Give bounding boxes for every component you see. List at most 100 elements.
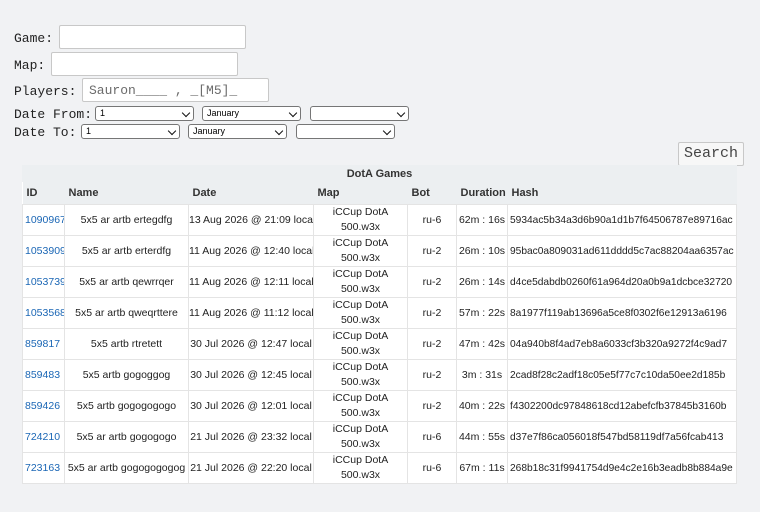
game-id-link[interactable]: 1053909 [25, 245, 64, 257]
game-map: iCCup DotA 500.w3x [313, 452, 408, 484]
games-table: DotA Games ID Name Date Map Bot Duration… [22, 165, 737, 484]
game-id-link[interactable]: 1090967 [25, 214, 64, 226]
game-id-link[interactable]: 724210 [25, 431, 60, 443]
date-to-month-select[interactable]: January [188, 124, 287, 139]
table-row: 859426 5x5 artb gogogogogo 30 Jul 2026 @… [22, 390, 737, 422]
header-duration: Duration [456, 182, 508, 205]
games-table-container: DotA Games ID Name Date Map Bot Duration… [22, 165, 737, 484]
table-row: 859483 5x5 artb gogoggog 30 Jul 2026 @ 1… [22, 359, 737, 391]
table-row: 1053739 5x5 ar artb qewrrqer 11 Aug 2026… [22, 266, 737, 298]
date-from-day-select[interactable]: 1 [95, 106, 194, 121]
game-bot: ru-2 [407, 266, 457, 298]
game-duration: 3m : 31s [456, 359, 508, 391]
game-hash: 5934ac5b34a3d6b90a1d1b7f64506787e89716ac [507, 204, 737, 236]
game-id-link[interactable]: 1053739 [25, 276, 64, 288]
game-input[interactable] [59, 25, 246, 49]
game-bot: ru-6 [407, 421, 457, 453]
game-name: 5x5 artb gogoggog [64, 359, 189, 391]
game-map: iCCup DotA 500.w3x [313, 204, 408, 236]
game-map: iCCup DotA 500.w3x [313, 390, 408, 422]
game-hash: f4302200dc97848618cd12abefcfb37845b3160b [507, 390, 737, 422]
game-date: 13 Aug 2026 @ 21:09 local [188, 204, 314, 236]
game-id-link[interactable]: 859817 [25, 338, 60, 350]
game-id-link[interactable]: 859483 [25, 369, 60, 381]
header-name: Name [64, 182, 189, 205]
game-map: iCCup DotA 500.w3x [313, 359, 408, 391]
game-name: 5x5 artb rtretett [64, 328, 189, 360]
chevron-down-icon [167, 126, 177, 136]
game-name: 5x5 ar artb qweqrttere [64, 297, 189, 329]
header-date: Date [188, 182, 314, 205]
date-from-month-value: January [207, 108, 240, 118]
header-hash: Hash [507, 182, 737, 205]
game-map: iCCup DotA 500.w3x [313, 297, 408, 329]
game-bot: ru-2 [407, 297, 457, 329]
date-from-day-value: 1 [100, 108, 106, 118]
game-hash: d37e7f86ca056018f547bd58119df7a56fcab413 [507, 421, 737, 453]
chevron-down-icon [396, 108, 406, 118]
game-duration: 26m : 10s [456, 235, 508, 267]
date-from-month-select[interactable]: January [202, 106, 301, 121]
game-duration: 67m : 11s [456, 452, 508, 484]
game-name: 5x5 ar artb gogogogo [64, 421, 189, 453]
game-hash: d4ce5dabdb0260f61a964d20a0b9a1dcbce32720 [507, 266, 737, 298]
players-label: Players: [14, 84, 77, 99]
game-duration: 40m : 22s [456, 390, 508, 422]
date-to-year-select[interactable] [296, 124, 395, 139]
game-name: 5x5 ar artb gogogogogog [64, 452, 189, 484]
game-duration: 57m : 22s [456, 297, 508, 329]
game-hash: 8a1977f119ab13696a5ce8f0302f6e12913a6196 [507, 297, 737, 329]
map-input[interactable] [51, 52, 238, 76]
game-map: iCCup DotA 500.w3x [313, 328, 408, 360]
game-hash: 2cad8f28c2adf18c05e5f77c7c10da50ee2d185b [507, 359, 737, 391]
table-row: 1053568 5x5 ar artb qweqrttere 11 Aug 20… [22, 297, 737, 329]
game-id-link[interactable]: 859426 [25, 400, 60, 412]
players-input[interactable] [82, 78, 269, 102]
header-bot: Bot [407, 182, 457, 205]
game-hash: 95bac0a809031ad611dddd5c7ac88204aa6357ac [507, 235, 737, 267]
game-date: 30 Jul 2026 @ 12:01 local [188, 390, 314, 422]
game-date: 21 Jul 2026 @ 23:32 local [188, 421, 314, 453]
game-bot: ru-2 [407, 390, 457, 422]
game-date: 21 Jul 2026 @ 22:20 local [188, 452, 314, 484]
game-date: 11 Aug 2026 @ 11:12 local [188, 297, 314, 329]
header-id: ID [22, 182, 65, 205]
map-label: Map: [14, 58, 46, 73]
game-bot: ru-2 [407, 359, 457, 391]
game-bot: ru-6 [407, 204, 457, 236]
date-to-month-value: January [193, 126, 226, 136]
table-row: 859817 5x5 artb rtretett 30 Jul 2026 @ 1… [22, 328, 737, 360]
game-bot: ru-2 [407, 235, 457, 267]
date-to-day-select[interactable]: 1 [81, 124, 180, 139]
game-duration: 26m : 14s [456, 266, 508, 298]
game-hash: 268b18c31f9941754d9e4c2e16b3eadb8b884a9e [507, 452, 737, 484]
game-name: 5x5 ar artb erterdfg [64, 235, 189, 267]
game-duration: 62m : 16s [456, 204, 508, 236]
game-hash: 04a940b8f4ad7eb8a6033cf3b320a9272f4c9ad7 [507, 328, 737, 360]
table-row: 723163 5x5 ar artb gogogogogog 21 Jul 20… [22, 452, 737, 484]
game-name: 5x5 ar artb qewrrqer [64, 266, 189, 298]
game-name: 5x5 artb gogogogogo [64, 390, 189, 422]
game-map: iCCup DotA 500.w3x [313, 235, 408, 267]
search-button[interactable]: Search [678, 142, 744, 166]
game-id-link[interactable]: 1053568 [25, 307, 64, 319]
table-row: 724210 5x5 ar artb gogogogo 21 Jul 2026 … [22, 421, 737, 453]
game-map: iCCup DotA 500.w3x [313, 266, 408, 298]
chevron-down-icon [274, 126, 284, 136]
game-date: 11 Aug 2026 @ 12:40 local [188, 235, 314, 267]
game-date: 30 Jul 2026 @ 12:47 local [188, 328, 314, 360]
date-from-label: Date From: [14, 107, 93, 122]
game-date: 11 Aug 2026 @ 12:11 local [188, 266, 314, 298]
chevron-down-icon [382, 126, 392, 136]
date-to-label: Date To: [14, 125, 77, 140]
game-id-link[interactable]: 723163 [25, 462, 60, 474]
date-from-year-select[interactable] [310, 106, 409, 121]
table-row: 1053909 5x5 ar artb erterdfg 11 Aug 2026… [22, 235, 737, 267]
game-bot: ru-2 [407, 328, 457, 360]
game-map: iCCup DotA 500.w3x [313, 421, 408, 453]
game-name: 5x5 ar artb ertegdfg [64, 204, 189, 236]
header-map: Map [313, 182, 408, 205]
game-duration: 44m : 55s [456, 421, 508, 453]
date-to-day-value: 1 [86, 126, 92, 136]
table-row: 1090967 5x5 ar artb ertegdfg 13 Aug 2026… [22, 204, 737, 236]
